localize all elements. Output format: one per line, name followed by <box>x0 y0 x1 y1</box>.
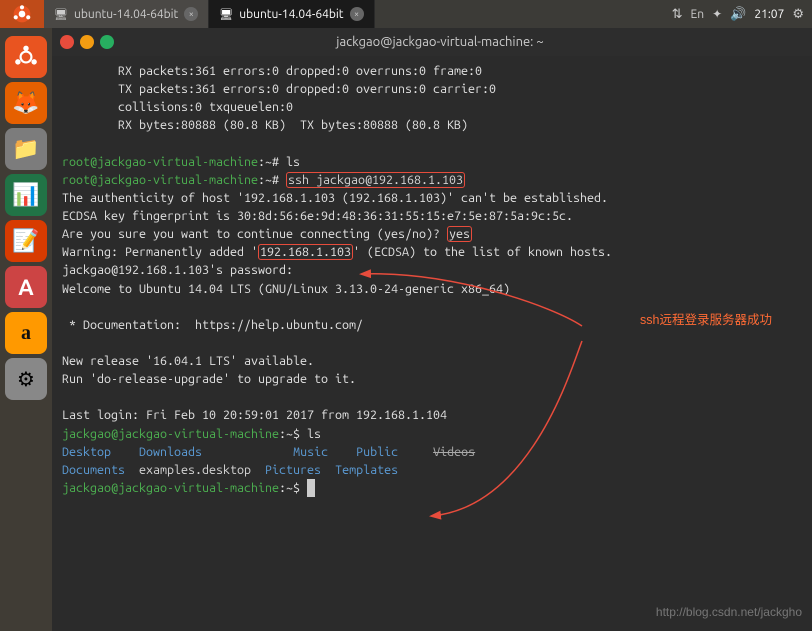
term-line-3: collisions:0 txqueuelen:0 <box>62 98 802 116</box>
volume-icon: 🔊 <box>730 7 746 22</box>
term-line-8: The authenticity of host '192.168.1.103 … <box>62 189 802 207</box>
term-line-15: * Documentation: https://help.ubuntu.com… <box>62 316 802 334</box>
terminal-window: jackgao@jackgao-virtual-machine: ~ RX pa… <box>52 28 812 631</box>
term-line-21: jackgao@jackgao-virtual-machine:~$ ls <box>62 425 802 443</box>
sidebar-icon-files[interactable]: 📁 <box>5 128 47 170</box>
tab1-icon: 🖥 <box>54 8 68 21</box>
sidebar-icon-amazon[interactable]: a <box>5 312 47 354</box>
sort-icon: ⇅ <box>672 7 683 22</box>
tab2-icon: 🖥 <box>219 8 233 21</box>
terminal-content[interactable]: RX packets:361 errors:0 dropped:0 overru… <box>52 56 812 631</box>
system-tray: ⇅ En ✦ 🔊 21:07 ⚙ <box>672 7 812 22</box>
term-line-7: root@jackgao-virtual-machine:~# ssh jack… <box>62 171 802 189</box>
tab-bar: 🖥 ubuntu-14.04-64bit × 🖥 ubuntu-14.04-64… <box>44 0 672 28</box>
terminal-title: jackgao@jackgao-virtual-machine: ~ <box>76 35 804 49</box>
term-line-24: jackgao@jackgao-virtual-machine:~$ <box>62 479 802 497</box>
term-line-22: Desktop Downloads Music Public Videos <box>62 443 802 461</box>
term-line-19 <box>62 388 802 406</box>
home-button[interactable] <box>0 0 44 28</box>
taskbar-left: 🖥 ubuntu-14.04-64bit × 🖥 ubuntu-14.04-64… <box>0 0 672 28</box>
tab2-label: ubuntu-14.04-64bit <box>239 8 343 21</box>
clock: 21:07 <box>754 8 784 21</box>
term-line-20: Last login: Fri Feb 10 20:59:01 2017 fro… <box>62 406 802 424</box>
tab-1[interactable]: 🖥 ubuntu-14.04-64bit × <box>44 0 209 28</box>
term-line-2: TX packets:361 errors:0 dropped:0 overru… <box>62 80 802 98</box>
tab1-close[interactable]: × <box>184 7 198 21</box>
term-line-9: ECDSA key fingerprint is 30:8d:56:6e:9d:… <box>62 207 802 225</box>
term-line-12: jackgao@192.168.1.103's password: <box>62 261 802 279</box>
sidebar-icon-firefox[interactable]: 🦊 <box>5 82 47 124</box>
sidebar-icon-calc[interactable]: 📊 <box>5 174 47 216</box>
sidebar-icon-writer[interactable]: 📝 <box>5 220 47 262</box>
sidebar: 🦊 📁 📊 📝 A a ⚙ <box>0 28 52 631</box>
terminal-titlebar: jackgao@jackgao-virtual-machine: ~ <box>52 28 812 56</box>
keyboard-layout[interactable]: En <box>690 8 704 21</box>
term-line-13: Welcome to Ubuntu 14.04 LTS (GNU/Linux 3… <box>62 280 802 298</box>
window-close-button[interactable] <box>60 35 74 49</box>
term-line-17: New release '16.04.1 LTS' available. <box>62 352 802 370</box>
sidebar-icon-ubuntu[interactable] <box>5 36 47 78</box>
term-line-4: RX bytes:80888 (80.8 KB) TX bytes:80888 … <box>62 116 802 134</box>
term-line-18: Run 'do-release-upgrade' to upgrade to i… <box>62 370 802 388</box>
term-line-16 <box>62 334 802 352</box>
term-line-6: root@jackgao-virtual-machine:~# ls <box>62 153 802 171</box>
term-line-11: Warning: Permanently added '192.168.1.10… <box>62 243 802 261</box>
bluetooth-icon: ✦ <box>712 7 722 21</box>
top-taskbar: 🖥 ubuntu-14.04-64bit × 🖥 ubuntu-14.04-64… <box>0 0 812 28</box>
term-line-23: Documents examples.desktop Pictures Temp… <box>62 461 802 479</box>
tab2-close[interactable]: × <box>350 7 364 21</box>
term-line-14 <box>62 298 802 316</box>
tab1-label: ubuntu-14.04-64bit <box>74 8 178 21</box>
tab-2[interactable]: 🖥 ubuntu-14.04-64bit × <box>209 0 374 28</box>
sidebar-icon-fonts[interactable]: A <box>5 266 47 308</box>
sidebar-icon-settings[interactable]: ⚙ <box>5 358 47 400</box>
term-line-1: RX packets:361 errors:0 dropped:0 overru… <box>62 62 802 80</box>
power-icon[interactable]: ⚙ <box>792 7 804 22</box>
term-line-5 <box>62 135 802 153</box>
term-line-10: Are you sure you want to continue connec… <box>62 225 802 243</box>
watermark: http://blog.csdn.net/jackgho <box>656 604 802 621</box>
